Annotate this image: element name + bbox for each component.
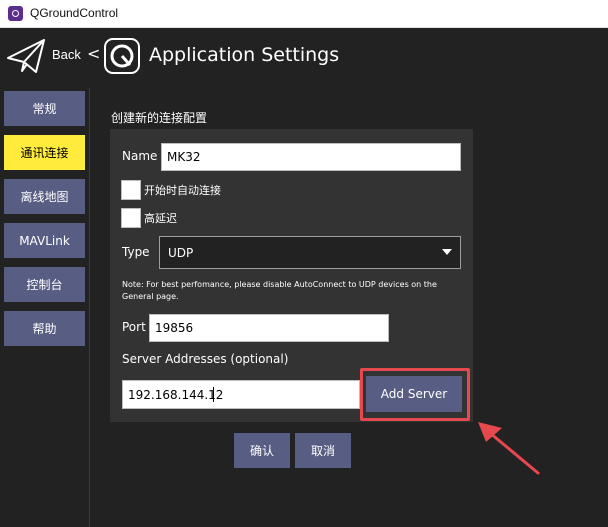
udp-note: Note: For best perfomance, please disabl… <box>122 280 437 301</box>
caret-down-icon <box>442 249 452 255</box>
ok-button[interactable]: 确认 <box>234 433 290 468</box>
type-select-value: UDP <box>168 245 194 260</box>
type-select[interactable]: UDP <box>159 236 461 269</box>
qgc-logo-icon <box>104 38 140 74</box>
sidebar-item-comm-links[interactable]: 通讯连接 <box>4 135 85 170</box>
page-title: Application Settings <box>149 44 340 66</box>
type-label: Type <box>122 245 150 259</box>
sidebar-item-mavlink[interactable]: MAVLink <box>4 223 85 258</box>
back-button[interactable]: Back <box>52 47 81 62</box>
name-label: Name <box>122 149 158 163</box>
window-title: QGroundControl <box>30 6 119 20</box>
sidebar-item-general[interactable]: 常规 <box>4 91 85 126</box>
app-icon <box>8 6 23 21</box>
server-addresses-label: Server Addresses (optional) <box>122 352 289 366</box>
autoconnect-label: 开始时自动连接 <box>144 184 221 197</box>
window-titlebar: QGroundControl <box>0 0 608 28</box>
breadcrumb-separator: < <box>87 44 101 63</box>
autoconnect-checkbox[interactable] <box>121 180 141 200</box>
sidebar-item-console[interactable]: 控制台 <box>4 267 85 302</box>
server-address-input[interactable]: 192.168.144.12 <box>122 380 360 409</box>
high-latency-label: 高延迟 <box>144 212 177 225</box>
sidebar-item-offline-maps[interactable]: 离线地图 <box>4 179 85 214</box>
text-cursor <box>213 387 214 402</box>
sidebar-item-help[interactable]: 帮助 <box>4 311 85 346</box>
port-field[interactable]: 19856 <box>149 314 389 342</box>
pointer-arrow-icon <box>478 422 540 475</box>
group-title: 创建新的连接配置 <box>111 111 208 125</box>
high-latency-checkbox[interactable] <box>121 208 141 228</box>
name-field[interactable]: MK32 <box>161 143 461 171</box>
port-label: Port <box>122 320 146 334</box>
highlight-box <box>360 368 470 421</box>
paper-plane-icon[interactable] <box>6 38 46 74</box>
cancel-button[interactable]: 取消 <box>295 433 351 468</box>
